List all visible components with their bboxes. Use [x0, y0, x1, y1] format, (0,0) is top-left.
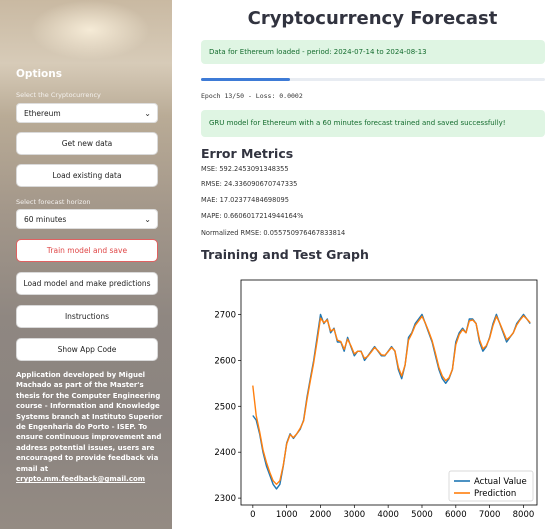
epoch-loss-text: Epoch 13/50 - Loss: 0.0002 — [201, 92, 303, 100]
y-tick-label: 2300 — [214, 494, 236, 504]
y-tick-label: 2400 — [214, 448, 236, 458]
crypto-select[interactable]: Ethereum ⌄ — [16, 103, 158, 123]
legend-label: Actual Value — [474, 477, 527, 487]
x-tick-label: 5000 — [411, 510, 433, 520]
horizon-select-label: Select forecast horizon — [16, 198, 91, 206]
sidebar: Options Select the Cryptocurrency Ethere… — [0, 0, 172, 529]
sidebar-title: Options — [16, 68, 62, 80]
sidebar-background-light — [30, 0, 150, 60]
chevron-down-icon: ⌄ — [144, 215, 151, 224]
metric-nrmse: Normalized RMSE: 0.055750976467833814 — [201, 229, 346, 237]
main-content: Cryptocurrency Forecast Data for Ethereu… — [195, 0, 550, 529]
y-tick-label: 2500 — [214, 402, 236, 412]
y-tick-label: 2700 — [214, 310, 236, 320]
x-tick-label: 8000 — [513, 510, 535, 520]
training-progress-bar — [201, 78, 545, 81]
metric-rmse: RMSE: 24.336090670747335 — [201, 180, 298, 188]
y-tick-label: 2600 — [214, 356, 236, 366]
metric-mape: MAPE: 0.6606017214944164% — [201, 212, 304, 220]
app-description-text: Application developed by Miguel Machado … — [16, 371, 163, 473]
crypto-select-value: Ethereum — [24, 109, 61, 118]
training-test-chart: 0 1000 2000 3000 4000 5000 6000 7000 8000 2300 240… — [214, 279, 538, 520]
model-saved-alert: GRU model for Ethereum with a 60 minutes… — [201, 110, 545, 137]
x-tick-label: 3000 — [344, 510, 366, 520]
x-tick-label: 6000 — [445, 510, 467, 520]
chevron-down-icon: ⌄ — [144, 109, 151, 118]
data-loaded-alert: Data for Ethereum loaded - period: 2024-… — [201, 40, 545, 64]
crypto-select-label: Select the Cryptocurrency — [16, 91, 101, 99]
graph-heading: Training and Test Graph — [201, 247, 369, 262]
x-tick-label: 1000 — [276, 510, 298, 520]
load-existing-data-button[interactable]: Load existing data — [16, 164, 158, 187]
error-metrics-heading: Error Metrics — [201, 146, 294, 161]
load-model-predict-button[interactable]: Load model and make predictions — [16, 272, 158, 295]
feedback-email-link[interactable]: crypto.mm.feedback@gmail.com — [16, 475, 145, 483]
instructions-button[interactable]: Instructions — [16, 305, 158, 328]
x-tick-label: 0 — [250, 510, 255, 520]
app-description: Application developed by Miguel Machado … — [16, 370, 166, 484]
horizon-select-value: 60 minutes — [24, 215, 67, 224]
x-tick-label: 7000 — [479, 510, 501, 520]
page-title: Cryptocurrency Forecast — [247, 8, 498, 29]
legend-label: Prediction — [474, 489, 516, 499]
x-tick-label: 2000 — [310, 510, 332, 520]
horizon-select[interactable]: 60 minutes ⌄ — [16, 209, 158, 229]
x-tick-label: 4000 — [377, 510, 399, 520]
training-progress-fill — [201, 78, 291, 81]
train-model-save-button[interactable]: Train model and save — [16, 239, 158, 262]
get-new-data-button[interactable]: Get new data — [16, 132, 158, 155]
metric-mse: MSE: 592.2453091348355 — [201, 165, 289, 173]
show-app-code-button[interactable]: Show App Code — [16, 338, 158, 361]
metric-mae: MAE: 17.02377484698095 — [201, 196, 289, 204]
